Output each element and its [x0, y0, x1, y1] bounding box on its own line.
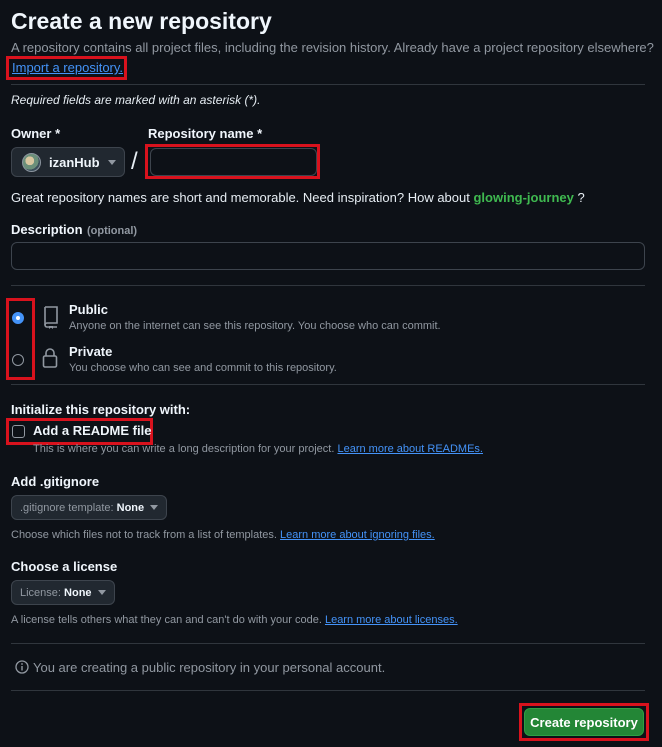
readme-learn-more-link[interactable]: Learn more about READMEs. [337, 443, 483, 455]
description-optional: (optional) [86, 225, 138, 237]
gitignore-help: Choose which files not to track from a l… [11, 529, 435, 541]
readme-help: This is where you can write a long descr… [33, 443, 483, 455]
info-icon [15, 660, 29, 674]
divider [11, 384, 645, 385]
repo-icon [44, 306, 58, 329]
owner-name: izanHub [49, 154, 100, 170]
license-dropdown[interactable]: License: None [11, 580, 115, 605]
gitignore-learn-more-link[interactable]: Learn more about ignoring files. [280, 529, 435, 541]
owner-repo-separator: / [131, 148, 138, 175]
readme-label[interactable]: Add a README file [33, 423, 151, 438]
license-help: A license tells others what they can and… [11, 614, 458, 626]
owner-label: Owner * [11, 126, 61, 141]
private-description: You choose who can see and commit to thi… [69, 362, 337, 374]
suggested-name-link[interactable]: glowing-journey [473, 190, 573, 205]
page-subtitle: A repository contains all project files,… [11, 40, 654, 55]
create-repository-button[interactable]: Create repository [524, 708, 644, 736]
repo-name-label: Repository name * [148, 126, 263, 141]
public-description: Anyone on the internet can see this repo… [69, 320, 441, 332]
required-fields-note: Required fields are marked with an aster… [11, 93, 261, 107]
divider [11, 285, 645, 286]
page-title: Create a new repository [11, 8, 272, 34]
public-repo-info-note: You are creating a public repository in … [33, 660, 386, 675]
description-label: Description [11, 222, 83, 237]
description-input[interactable] [11, 242, 645, 270]
init-heading: Initialize this repository with: [11, 402, 191, 417]
gitignore-dropdown-label: .gitignore template: None [20, 501, 145, 514]
suggestion-text: Great repository names are short and mem… [11, 190, 470, 205]
caret-down-icon [107, 159, 116, 165]
divider [11, 84, 645, 85]
license-learn-more-link[interactable]: Learn more about licenses. [325, 614, 458, 626]
divider [11, 690, 645, 691]
suggestion-end: ? [577, 190, 585, 205]
license-help-text: A license tells others what they can and… [11, 614, 322, 626]
private-radio[interactable] [12, 354, 24, 366]
repo-name-input[interactable] [150, 148, 317, 176]
name-suggestion: Great repository names are short and mem… [11, 190, 585, 205]
visibility-radio-highlight [6, 298, 35, 380]
license-dropdown-label: License: None [20, 586, 92, 599]
private-title: Private [69, 344, 113, 359]
lock-icon [42, 348, 58, 368]
description-label-row: Description (optional) [11, 221, 137, 239]
owner-dropdown[interactable]: izanHub [11, 147, 125, 177]
public-title: Public [69, 302, 109, 317]
gitignore-template-dropdown[interactable]: .gitignore template: None [11, 495, 168, 520]
avatar [22, 152, 41, 172]
gitignore-heading: Add .gitignore [11, 474, 100, 489]
readme-checkbox[interactable] [12, 425, 25, 438]
readme-help-text: This is where you can write a long descr… [33, 443, 335, 455]
public-radio[interactable] [12, 312, 24, 324]
caret-down-icon [150, 505, 159, 510]
divider [11, 643, 645, 644]
caret-down-icon [97, 590, 106, 595]
gitignore-help-text: Choose which files not to track from a l… [11, 529, 277, 541]
import-repository-link[interactable]: Import a repository. [12, 60, 123, 75]
license-heading: Choose a license [11, 559, 118, 574]
